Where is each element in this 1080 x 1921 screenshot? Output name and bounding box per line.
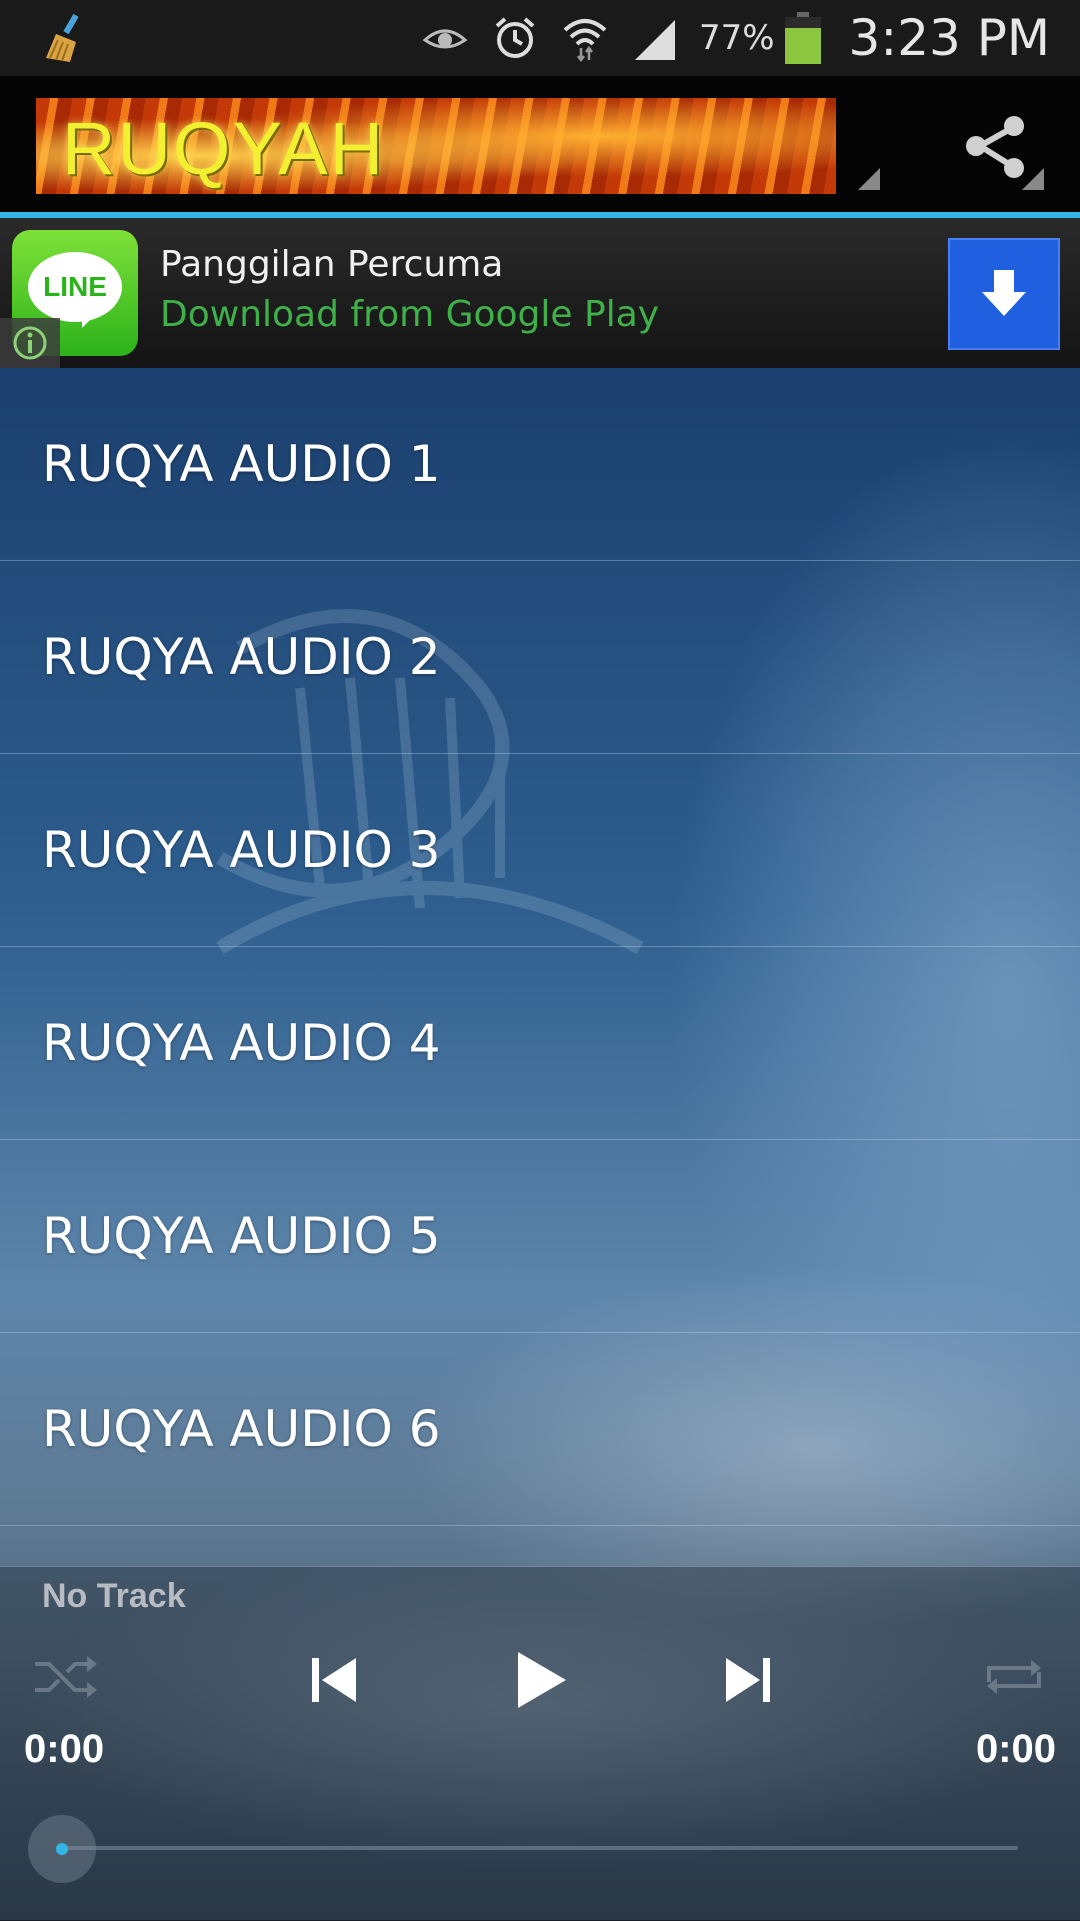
track-label: RUQYA AUDIO 4 xyxy=(42,1014,441,1072)
download-arrow-icon xyxy=(982,270,1026,316)
track-item-1[interactable]: RUQYA AUDIO 1 xyxy=(0,368,1080,561)
elapsed-time: 0:00 xyxy=(24,1727,105,1771)
status-bar: 77% 3:23 PM xyxy=(0,0,1080,76)
shuffle-icon xyxy=(35,1656,97,1698)
signal-icon xyxy=(629,12,681,64)
line-logo-text: LINE xyxy=(28,252,122,322)
repeat-button[interactable] xyxy=(976,1647,1052,1707)
action-bar: RUQYAH xyxy=(0,76,1080,218)
track-list: RUQYA AUDIO 1 RUQYA AUDIO 2 RUQYA AUDIO … xyxy=(0,368,1080,1526)
share-menu-indicator xyxy=(1022,168,1044,190)
track-label: RUQYA AUDIO 2 xyxy=(42,628,441,686)
now-playing-title: No Track xyxy=(42,1577,186,1615)
wifi-icon xyxy=(559,12,611,64)
track-item-5[interactable]: RUQYA AUDIO 5 xyxy=(0,1140,1080,1333)
ad-download-button[interactable] xyxy=(948,238,1060,350)
track-item-4[interactable]: RUQYA AUDIO 4 xyxy=(0,947,1080,1140)
ad-banner[interactable]: LINE Panggilan Percuma Download from Goo… xyxy=(0,218,1080,368)
battery-percent: 77% xyxy=(698,18,775,58)
eye-icon xyxy=(419,12,471,64)
track-label: RUQYA AUDIO 6 xyxy=(42,1400,441,1458)
next-button[interactable] xyxy=(710,1645,786,1715)
app-title: RUQYAH xyxy=(62,107,386,190)
previous-icon xyxy=(312,1658,356,1702)
repeat-icon xyxy=(987,1660,1041,1694)
track-item-3[interactable]: RUQYA AUDIO 3 xyxy=(0,754,1080,947)
next-icon xyxy=(726,1658,770,1702)
play-button[interactable] xyxy=(500,1639,580,1721)
ad-info-icon[interactable] xyxy=(0,318,60,368)
clock: 3:23 PM xyxy=(848,9,1050,67)
track-label: RUQYA AUDIO 5 xyxy=(42,1207,441,1265)
audio-player: No Track 0:00 0:00 xyxy=(0,1566,1080,1921)
previous-button[interactable] xyxy=(296,1645,372,1715)
cleaner-broom-icon xyxy=(38,12,90,64)
track-label: RUQYA AUDIO 1 xyxy=(42,435,441,493)
total-time: 0:00 xyxy=(975,1727,1056,1771)
ad-subtitle: Download from Google Play xyxy=(160,294,660,335)
ad-title: Panggilan Percuma xyxy=(160,244,504,285)
spinner-indicator xyxy=(858,168,880,190)
track-item-2[interactable]: RUQYA AUDIO 2 xyxy=(0,561,1080,754)
alarm-icon xyxy=(489,12,541,64)
track-item-6[interactable]: RUQYA AUDIO 6 xyxy=(0,1333,1080,1526)
track-label: RUQYA AUDIO 3 xyxy=(42,821,441,879)
battery-icon xyxy=(784,12,821,64)
seek-thumb[interactable] xyxy=(28,1815,96,1883)
seek-bar[interactable] xyxy=(62,1846,1018,1850)
app-banner[interactable]: RUQYAH xyxy=(36,98,836,194)
shuffle-button[interactable] xyxy=(28,1647,104,1707)
play-icon xyxy=(518,1652,566,1708)
